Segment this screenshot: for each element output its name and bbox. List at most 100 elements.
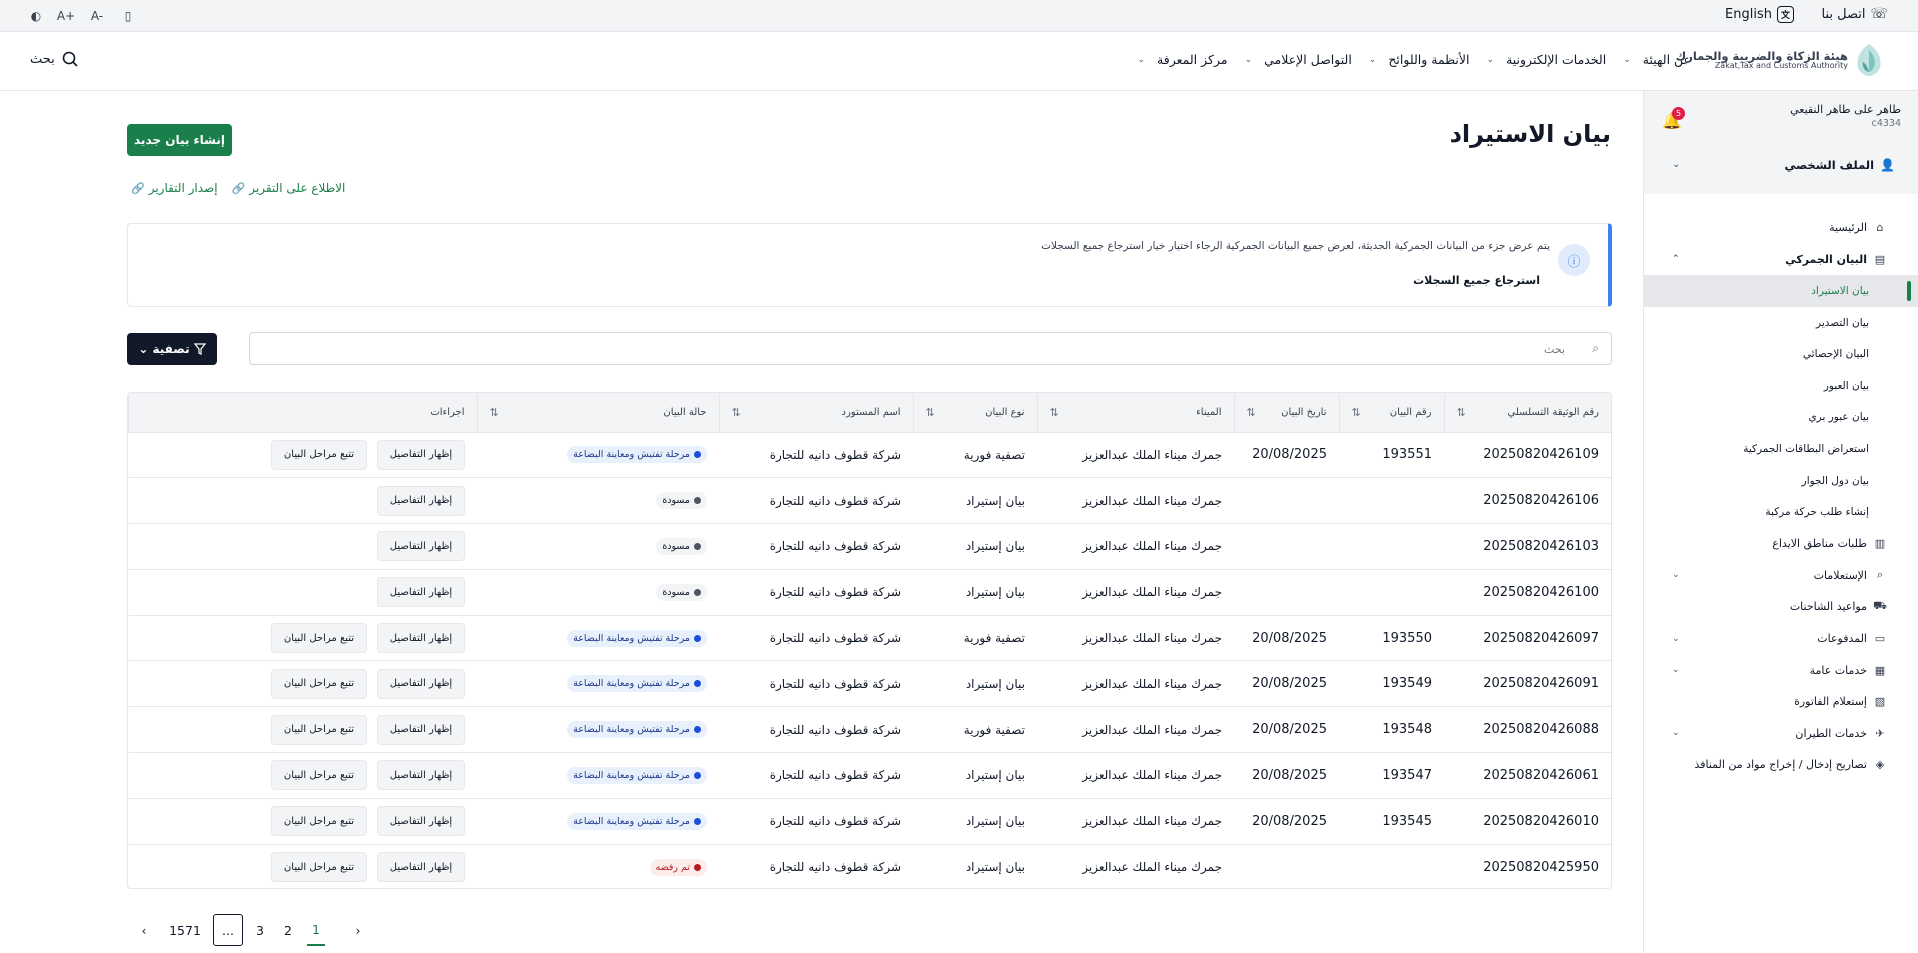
profile-menu[interactable]: الملف الشخصي 👤 <box>1784 158 1895 172</box>
show-details-button[interactable]: إظهار التفاصيل <box>377 623 465 654</box>
sidebar-item[interactable]: ⌄ المدفوعات ▭ <box>1644 623 1918 655</box>
sidebar-item-label: بيان دول الجوار <box>1801 474 1869 487</box>
search-icon <box>62 51 78 67</box>
table-row: 20250820426088 193548 20/08/2025 جمرك ميناء… <box>128 706 1611 753</box>
sort-icon[interactable]: ⇅ <box>490 406 499 419</box>
retrieve-all-records-link[interactable]: استرجاع جميع السجلات <box>1413 274 1540 287</box>
contact-link[interactable]: اتصل بنا ☏ <box>1822 6 1889 22</box>
language-switch[interactable]: English 文 <box>1725 6 1794 23</box>
show-details-button[interactable]: إظهار التفاصيل <box>377 806 465 837</box>
cell-serial: 20250820426103 <box>1483 538 1599 554</box>
show-details-button[interactable]: إظهار التفاصيل <box>377 485 465 516</box>
sidebar-item[interactable]: بيان التصدير <box>1644 307 1918 339</box>
user-name: طاهر على طاهر النقيعي <box>1790 103 1901 116</box>
track-stages-button[interactable]: تتبع مراحل البيان <box>271 760 367 791</box>
show-details-button[interactable]: إظهار التفاصيل <box>377 714 465 745</box>
header-serial[interactable]: رقم الوثيقة التسلسلي ⇅ <box>1443 393 1611 432</box>
show-details-button[interactable]: إظهار التفاصيل <box>377 439 465 470</box>
track-stages-button[interactable]: تتبع مراحل البيان <box>271 806 367 837</box>
sidebar-item[interactable]: بيان الاستيراد <box>1644 275 1918 307</box>
page-title: بيان الاستيراد <box>1449 120 1611 148</box>
zatca-logo[interactable]: هيئة الزكاة والضريبة والجمارك Zakat,Tax … <box>1676 42 1884 78</box>
sidebar-item[interactable]: إنشاء طلب حركة مركبة <box>1644 496 1918 528</box>
page-2[interactable]: 2 <box>279 914 297 946</box>
header-declaration-date[interactable]: تاريخ البيان ⇅ <box>1233 393 1339 432</box>
cell-port: جمرك ميناء الملك عبدالعزيز <box>1082 585 1222 600</box>
sidebar-item[interactable]: ⌄ خدمات عامة ▦ <box>1644 654 1918 686</box>
filter-button[interactable]: ⌄ تصفية <box>127 333 217 365</box>
cell-status: مسودة <box>477 569 719 615</box>
table-row: 20250820426106 جمرك ميناء الملك عبدالعزيز… <box>128 477 1611 524</box>
sidebar-item[interactable]: بيان العبور <box>1644 370 1918 402</box>
sidebar-item[interactable]: ⌃ البيان الجمركي ▤ <box>1644 244 1918 276</box>
sort-icon[interactable]: ⇅ <box>1050 406 1059 419</box>
nav-item-regulations[interactable]: الأنظمة واللوائح ⌄ <box>1369 52 1470 67</box>
create-declaration-button[interactable]: إنشاء بيان جديد <box>127 124 232 156</box>
cell-importer-name: شركة قطوف دانيه للتجارة <box>769 447 901 462</box>
status-text: مرحلة تفتيش ومعاينة البضاعة <box>573 632 690 644</box>
sort-icon[interactable]: ⇅ <box>1247 406 1256 419</box>
header-importer-name[interactable]: اسم المستورد ⇅ <box>718 393 913 432</box>
search-field[interactable]: ⌕ <box>249 332 1612 365</box>
track-stages-button[interactable]: تتبع مراحل البيان <box>271 852 367 883</box>
track-stages-button[interactable]: تتبع مراحل البيان <box>271 439 367 470</box>
nav-item-eservices[interactable]: الخدمات الإلكترونية ⌄ <box>1487 52 1607 67</box>
nav-search-button[interactable]: بحث <box>30 50 79 68</box>
page-3[interactable]: 3 <box>251 914 269 946</box>
sidebar-item[interactable]: مواعيد الشاحنات ⛟ <box>1644 591 1918 623</box>
status-text: مسودة <box>662 586 690 598</box>
sidebar-item-label: البيان الإحصائي <box>1802 348 1869 361</box>
status-text: مسودة <box>662 495 690 507</box>
info-icon: ⓘ <box>1558 244 1590 276</box>
page-last[interactable]: 1571 <box>165 914 205 946</box>
show-details-button[interactable]: إظهار التفاصيل <box>377 760 465 791</box>
font-decrease-icon[interactable]: A- <box>88 7 106 25</box>
header-port[interactable]: الميناء ⇅ <box>1036 393 1234 432</box>
sort-icon[interactable]: ⇅ <box>1352 406 1361 419</box>
cell-declaration-number <box>1339 569 1444 615</box>
cell-declaration-type: بيان إستيراد <box>965 860 1025 875</box>
sidebar-item[interactable]: طلبات مناطق الايداع ▥ <box>1644 528 1918 560</box>
nav-item-media[interactable]: التواصل الإعلامي ⌄ <box>1245 52 1352 67</box>
header-status[interactable]: حالة البيان ⇅ <box>476 393 719 432</box>
header-declaration-type[interactable]: نوع البيان ⇅ <box>912 393 1037 432</box>
sidebar-item[interactable]: ⌄ خدمات الطيران ✈ <box>1644 718 1918 750</box>
sidebar-item[interactable]: الرئيسية ⌂ <box>1644 212 1918 244</box>
sidebar-item[interactable]: بيان عبور بري <box>1644 402 1918 434</box>
link-icon: 🔗 <box>131 181 145 195</box>
page-1[interactable]: 1 <box>307 914 325 946</box>
sort-icon[interactable]: ⇅ <box>926 406 935 419</box>
mobile-icon[interactable]: ▯ <box>119 7 137 25</box>
sidebar-item[interactable]: تصاريح إدخال / إخراج مواد من المنافذ ◈ <box>1644 749 1918 781</box>
track-stages-button[interactable]: تتبع مراحل البيان <box>271 623 367 654</box>
next-page-button[interactable]: › <box>347 914 369 946</box>
prev-page-button[interactable]: ‹ <box>133 914 155 946</box>
cell-port: جمرك ميناء الملك عبدالعزيز <box>1082 676 1222 691</box>
chevron-down-icon: ⌄ <box>1672 633 1680 644</box>
view-report-link[interactable]: 🔗 الاطلاع على التقرير <box>232 181 346 195</box>
cell-declaration-date: 20/08/2025 <box>1252 676 1327 692</box>
track-stages-button[interactable]: تتبع مراحل البيان <box>271 668 367 699</box>
issue-reports-link[interactable]: 🔗 إصدار التقارير <box>131 181 218 195</box>
search-input[interactable] <box>260 339 1565 359</box>
sort-icon[interactable]: ⇅ <box>732 406 741 419</box>
chevron-down-icon[interactable]: ⌄ <box>1672 159 1680 170</box>
nav-item-knowledge[interactable]: مركز المعرفة ⌄ <box>1138 52 1228 67</box>
cell-actions: إظهار التفاصيل تتبع مراحل البيان <box>129 707 478 753</box>
sidebar-item[interactable]: ⌄ الإستعلامات ⌕ <box>1644 560 1918 592</box>
sidebar-item[interactable]: بيان دول الجوار <box>1644 465 1918 497</box>
show-details-button[interactable]: إظهار التفاصيل <box>377 577 465 608</box>
show-details-button[interactable]: إظهار التفاصيل <box>377 531 465 562</box>
cell-declaration-number: 193549 <box>1382 676 1432 692</box>
font-increase-icon[interactable]: A+ <box>57 7 75 25</box>
show-details-button[interactable]: إظهار التفاصيل <box>377 668 465 699</box>
sidebar-item[interactable]: البيان الإحصائي <box>1644 338 1918 370</box>
track-stages-button[interactable]: تتبع مراحل البيان <box>271 714 367 745</box>
sidebar-item[interactable]: إستعلام الفاتورة ▧ <box>1644 686 1918 718</box>
sidebar-item[interactable]: استعراض البطاقات الجمركية <box>1644 433 1918 465</box>
header-declaration-number[interactable]: رقم البيان ⇅ <box>1338 393 1444 432</box>
show-details-button[interactable]: إظهار التفاصيل <box>377 852 465 883</box>
sort-icon[interactable]: ⇅ <box>1457 406 1466 419</box>
page-ellipsis[interactable]: ... <box>213 914 243 946</box>
palette-icon[interactable]: ◐ <box>27 7 45 25</box>
